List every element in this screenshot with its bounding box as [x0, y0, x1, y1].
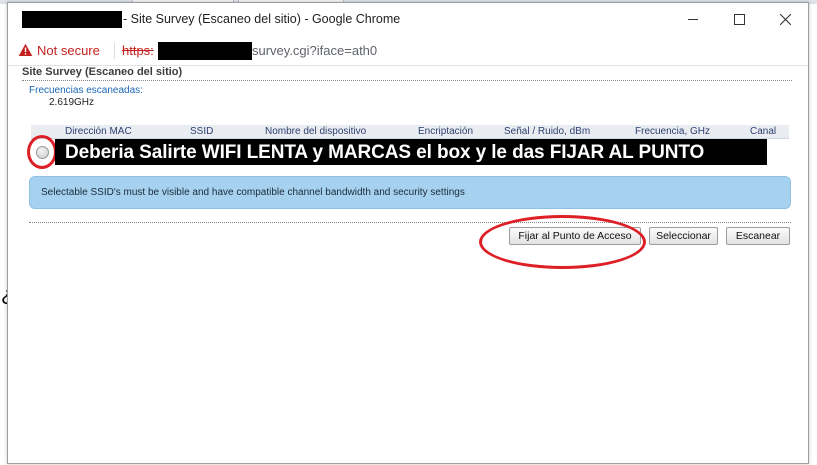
maximize-icon [733, 13, 745, 25]
fix-to-access-point-button[interactable]: Fijar al Punto de Acceso [509, 227, 641, 245]
close-button[interactable] [762, 3, 808, 35]
address-separator [114, 43, 115, 59]
page-content: Site Survey (Escaneo del sitio) Frecuenc… [8, 65, 808, 463]
minimize-button[interactable] [670, 3, 716, 35]
column-header-ssid[interactable]: SSID [190, 126, 213, 137]
window-title: - Site Survey (Escaneo del sitio) - Goog… [123, 12, 401, 26]
select-button[interactable]: Seleccionar [649, 227, 718, 245]
not-secure-label[interactable]: Not secure [37, 43, 100, 58]
url-scheme: https: [122, 43, 154, 58]
column-header-mac[interactable]: Dirección MAC [65, 126, 132, 137]
column-header-device-name[interactable]: Nombre del dispositivo [265, 126, 366, 137]
url-path: survey.cgi?iface=ath0 [252, 43, 378, 58]
minimize-icon [688, 19, 698, 20]
column-header-signal-noise[interactable]: Señal / Ruido, dBm [504, 126, 590, 137]
maximize-button[interactable] [716, 3, 762, 35]
table-header: Dirección MAC SSID Nombre del dispositiv… [31, 125, 789, 139]
info-message: Selectable SSID's must be visible and ha… [41, 187, 465, 198]
column-header-channel[interactable]: Canal [750, 126, 776, 137]
column-header-frequency[interactable]: Frecuencia, GHz [635, 126, 710, 137]
title-bar: - Site Survey (Escaneo del sitio) - Goog… [8, 3, 808, 35]
overlay-annotation-text: Deberia Salirte WIFI LENTA y MARCAS el b… [65, 142, 705, 163]
popup-window: - Site Survey (Escaneo del sitio) - Goog… [7, 2, 809, 464]
divider [22, 80, 792, 81]
column-header-encryption[interactable]: Encriptación [418, 126, 473, 137]
network-select-radio[interactable] [36, 146, 49, 159]
address-bar[interactable]: Not secure https: survey.cgi?iface=ath0 [8, 35, 808, 66]
close-icon [779, 13, 791, 25]
info-message-box: Selectable SSID's must be visible and ha… [29, 176, 791, 209]
frequency-label: Frecuencias escaneadas: [29, 85, 143, 96]
page-title: Site Survey (Escaneo del sitio) [22, 66, 183, 78]
warning-icon [18, 43, 33, 56]
divider [29, 222, 791, 223]
redaction-block [22, 11, 122, 28]
scan-button[interactable]: Escanear [726, 227, 790, 245]
frequency-value: 2.619GHz [49, 97, 95, 108]
redaction-block [158, 42, 252, 60]
